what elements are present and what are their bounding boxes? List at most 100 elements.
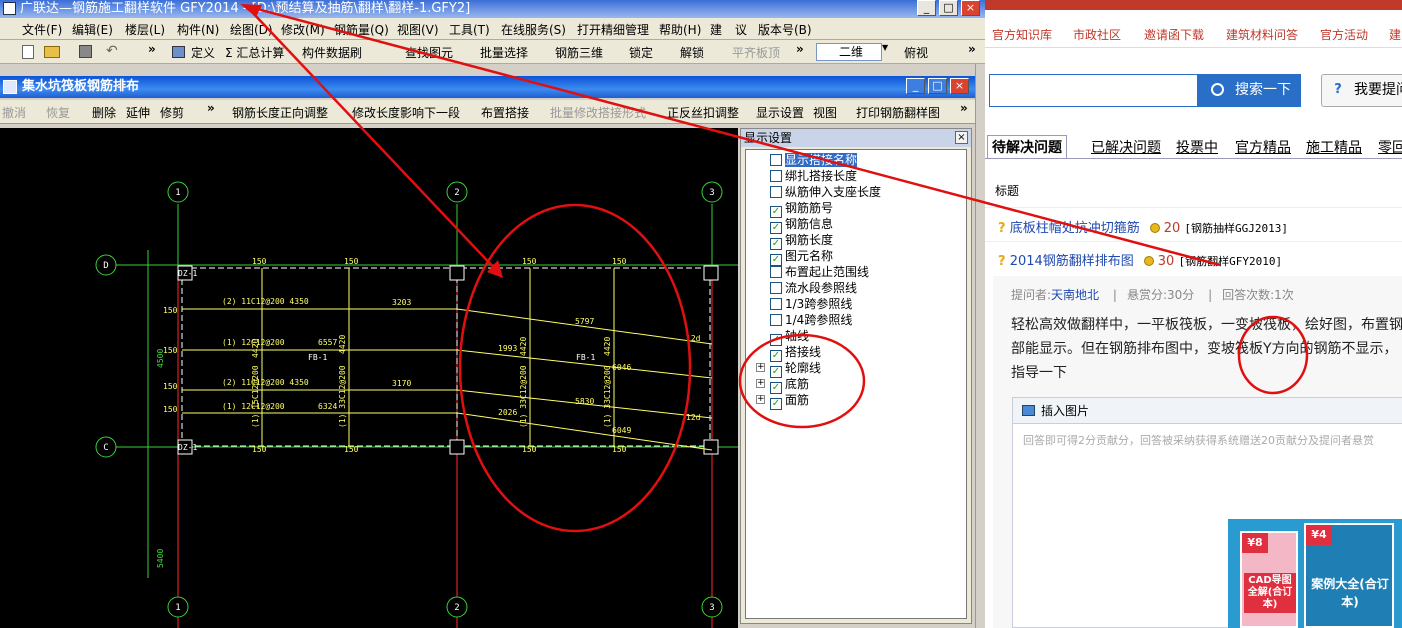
extend-button[interactable]: 延伸 — [126, 104, 150, 121]
align-top-button[interactable]: 平齐板顶 — [732, 44, 780, 61]
print-rebar-button[interactable]: 打印钢筋翻样图 — [856, 104, 940, 121]
rebar-label-1: (2) 11C12@200 4350 — [222, 297, 309, 306]
dim-150-left-1: 150 — [163, 306, 178, 315]
close-button[interactable]: × — [961, 0, 980, 16]
sum-calc-button[interactable]: Σ 汇总计算 — [225, 44, 284, 61]
setting-item[interactable]: 布置起止范围线 — [770, 264, 869, 280]
setting-item[interactable]: ✓ 搭接线 — [770, 344, 821, 362]
redo-button[interactable]: 恢复 — [46, 104, 70, 121]
chevron-down-icon[interactable]: ▼ — [882, 43, 888, 52]
menu-tools[interactable]: 工具(T) — [449, 21, 490, 38]
child-close-button[interactable]: × — [950, 78, 969, 94]
maximize-button[interactable]: □ — [939, 0, 958, 16]
toolbar-more-3[interactable]: » — [968, 42, 976, 56]
dim-150-7: 150 — [522, 445, 537, 454]
cad-canvas[interactable]: 1 2 3 D C 1 2 3 (2) 11C12@200 4350 (1) 1… — [0, 128, 738, 628]
child-toolbar-more-1[interactable]: » — [207, 101, 215, 115]
menu-suggest-1[interactable]: 建 — [710, 21, 722, 38]
checkbox-unchecked[interactable] — [770, 314, 782, 326]
menu-rebar-qty[interactable]: 钢筋量(Q) — [334, 21, 389, 38]
setting-label: 绑扎搭接长度 — [785, 169, 858, 183]
axis-label-3-bottom: 3 — [709, 603, 714, 613]
undo-button[interactable]: 撤消 — [2, 104, 26, 121]
minimize-button[interactable]: _ — [917, 0, 936, 16]
setting-item[interactable]: ✓ 轴线 — [770, 328, 809, 346]
checkbox-unchecked[interactable] — [770, 282, 782, 294]
setting-item[interactable]: 绑扎搭接长度 — [770, 168, 857, 184]
menu-version[interactable]: 版本号(B) — [758, 21, 812, 38]
trim-button[interactable]: 修剪 — [160, 104, 184, 121]
rebar-3d-button[interactable]: 钢筋三维 — [555, 44, 603, 61]
batch-select-button[interactable]: 批量选择 — [480, 44, 528, 61]
open-folder-icon[interactable] — [44, 46, 60, 58]
define-icon — [172, 46, 185, 58]
axis-label-1-bottom: 1 — [175, 603, 180, 613]
setting-item[interactable]: + ✓ 面筋 — [756, 392, 809, 410]
view-menu-button[interactable]: 视图 — [813, 104, 837, 121]
dim-150-6: 150 — [344, 445, 359, 454]
data-brush-button[interactable]: 构件数据刷 — [302, 44, 362, 61]
dim-150-5: 150 — [252, 445, 267, 454]
toolbar-more-1[interactable]: » — [148, 42, 156, 56]
dim-150-4: 150 — [612, 257, 627, 266]
menu-draw[interactable]: 绘图(D) — [230, 21, 273, 38]
checkbox-unchecked[interactable] — [770, 186, 782, 198]
setting-item[interactable]: 1/4跨参照线 — [770, 312, 852, 328]
menu-floor[interactable]: 楼层(L) — [125, 21, 165, 38]
delete-button[interactable]: 删除 — [92, 104, 116, 121]
define-button[interactable]: 定义 — [191, 44, 215, 61]
thread-adjust-button[interactable]: 正反丝扣调整 — [667, 104, 739, 121]
menu-edit[interactable]: 编辑(E) — [72, 21, 113, 38]
browser-page: 官方知识库 市政社区 邀请函下载 建筑材料问答 官方活动 建 搜索一下 ? 我要… — [985, 0, 1402, 628]
view-mode-select[interactable]: 二维 — [816, 43, 882, 61]
len-3203: 3203 — [392, 298, 411, 307]
setting-item[interactable]: + ✓ 轮廓线 — [756, 360, 821, 378]
expand-icon[interactable]: + — [756, 379, 765, 388]
checkbox-unchecked[interactable] — [770, 298, 782, 310]
setting-item[interactable]: ✓ 图元名称 — [770, 248, 833, 266]
setting-item[interactable]: ✓ 钢筋筋号 — [770, 200, 833, 218]
batch-lap-modify-button[interactable]: 批量修改搭接形式 — [550, 104, 646, 121]
setting-item[interactable]: 1/3跨参照线 — [770, 296, 852, 312]
expand-icon[interactable]: + — [756, 363, 765, 372]
setting-item[interactable]: 显示搭接名称 — [770, 152, 858, 168]
child-toolbar-more-2[interactable]: » — [960, 101, 968, 115]
setting-item[interactable]: ✓ 钢筋信息 — [770, 216, 833, 234]
lock-button[interactable]: 锁定 — [629, 44, 653, 61]
cad-drawing[interactable]: 1 2 3 D C 1 2 3 (2) 11C12@200 4350 (1) 1… — [0, 128, 738, 628]
child-minimize-button[interactable]: _ — [906, 78, 925, 94]
checkbox-checked[interactable]: ✓ — [770, 398, 782, 410]
menu-help[interactable]: 帮助(H) — [659, 21, 701, 38]
menu-suggest-2[interactable]: 议 — [735, 21, 747, 38]
display-settings-button[interactable]: 显示设置 — [756, 104, 804, 121]
setting-label: 钢筋长度 — [785, 233, 834, 247]
child-maximize-button[interactable]: □ — [928, 78, 947, 94]
setting-item[interactable]: + ✓ 底筋 — [756, 376, 809, 394]
setting-item[interactable]: ✓ 钢筋长度 — [770, 232, 834, 250]
len-6557: 6557 — [318, 338, 337, 347]
checkbox-unchecked[interactable] — [770, 170, 782, 182]
checkbox-unchecked[interactable] — [770, 266, 782, 278]
unlock-button[interactable]: 解锁 — [680, 44, 704, 61]
toolbar-more-2[interactable]: » — [796, 42, 804, 56]
new-file-icon[interactable] — [22, 45, 34, 59]
menu-component[interactable]: 构件(N) — [177, 21, 219, 38]
length-adjust-button[interactable]: 钢筋长度正向调整 — [232, 104, 328, 121]
menu-modify[interactable]: 修改(M) — [281, 21, 325, 38]
menu-online[interactable]: 在线服务(S) — [501, 21, 566, 38]
setting-item[interactable]: 流水段参照线 — [770, 280, 857, 296]
view-direction-select[interactable]: 俯视 — [904, 44, 928, 61]
column-c2 — [449, 439, 465, 455]
expand-icon[interactable]: + — [756, 395, 765, 404]
menu-view[interactable]: 视图(V) — [397, 21, 439, 38]
checkbox-unchecked[interactable] — [770, 154, 782, 166]
lap-arrange-button[interactable]: 布置搭接 — [481, 104, 529, 121]
menu-file[interactable]: 文件(F) — [22, 21, 62, 38]
find-element-button[interactable]: 查找图元 — [405, 44, 453, 61]
modify-length-next-button[interactable]: 修改长度影响下一段 — [352, 104, 460, 121]
menu-fine-management[interactable]: 打开精细管理 — [577, 21, 649, 38]
save-icon[interactable] — [79, 45, 92, 58]
panel-close-icon[interactable]: × — [955, 131, 968, 144]
undo-icon[interactable]: ↶ — [106, 43, 118, 59]
setting-item[interactable]: 纵筋伸入支座长度 — [770, 184, 881, 200]
